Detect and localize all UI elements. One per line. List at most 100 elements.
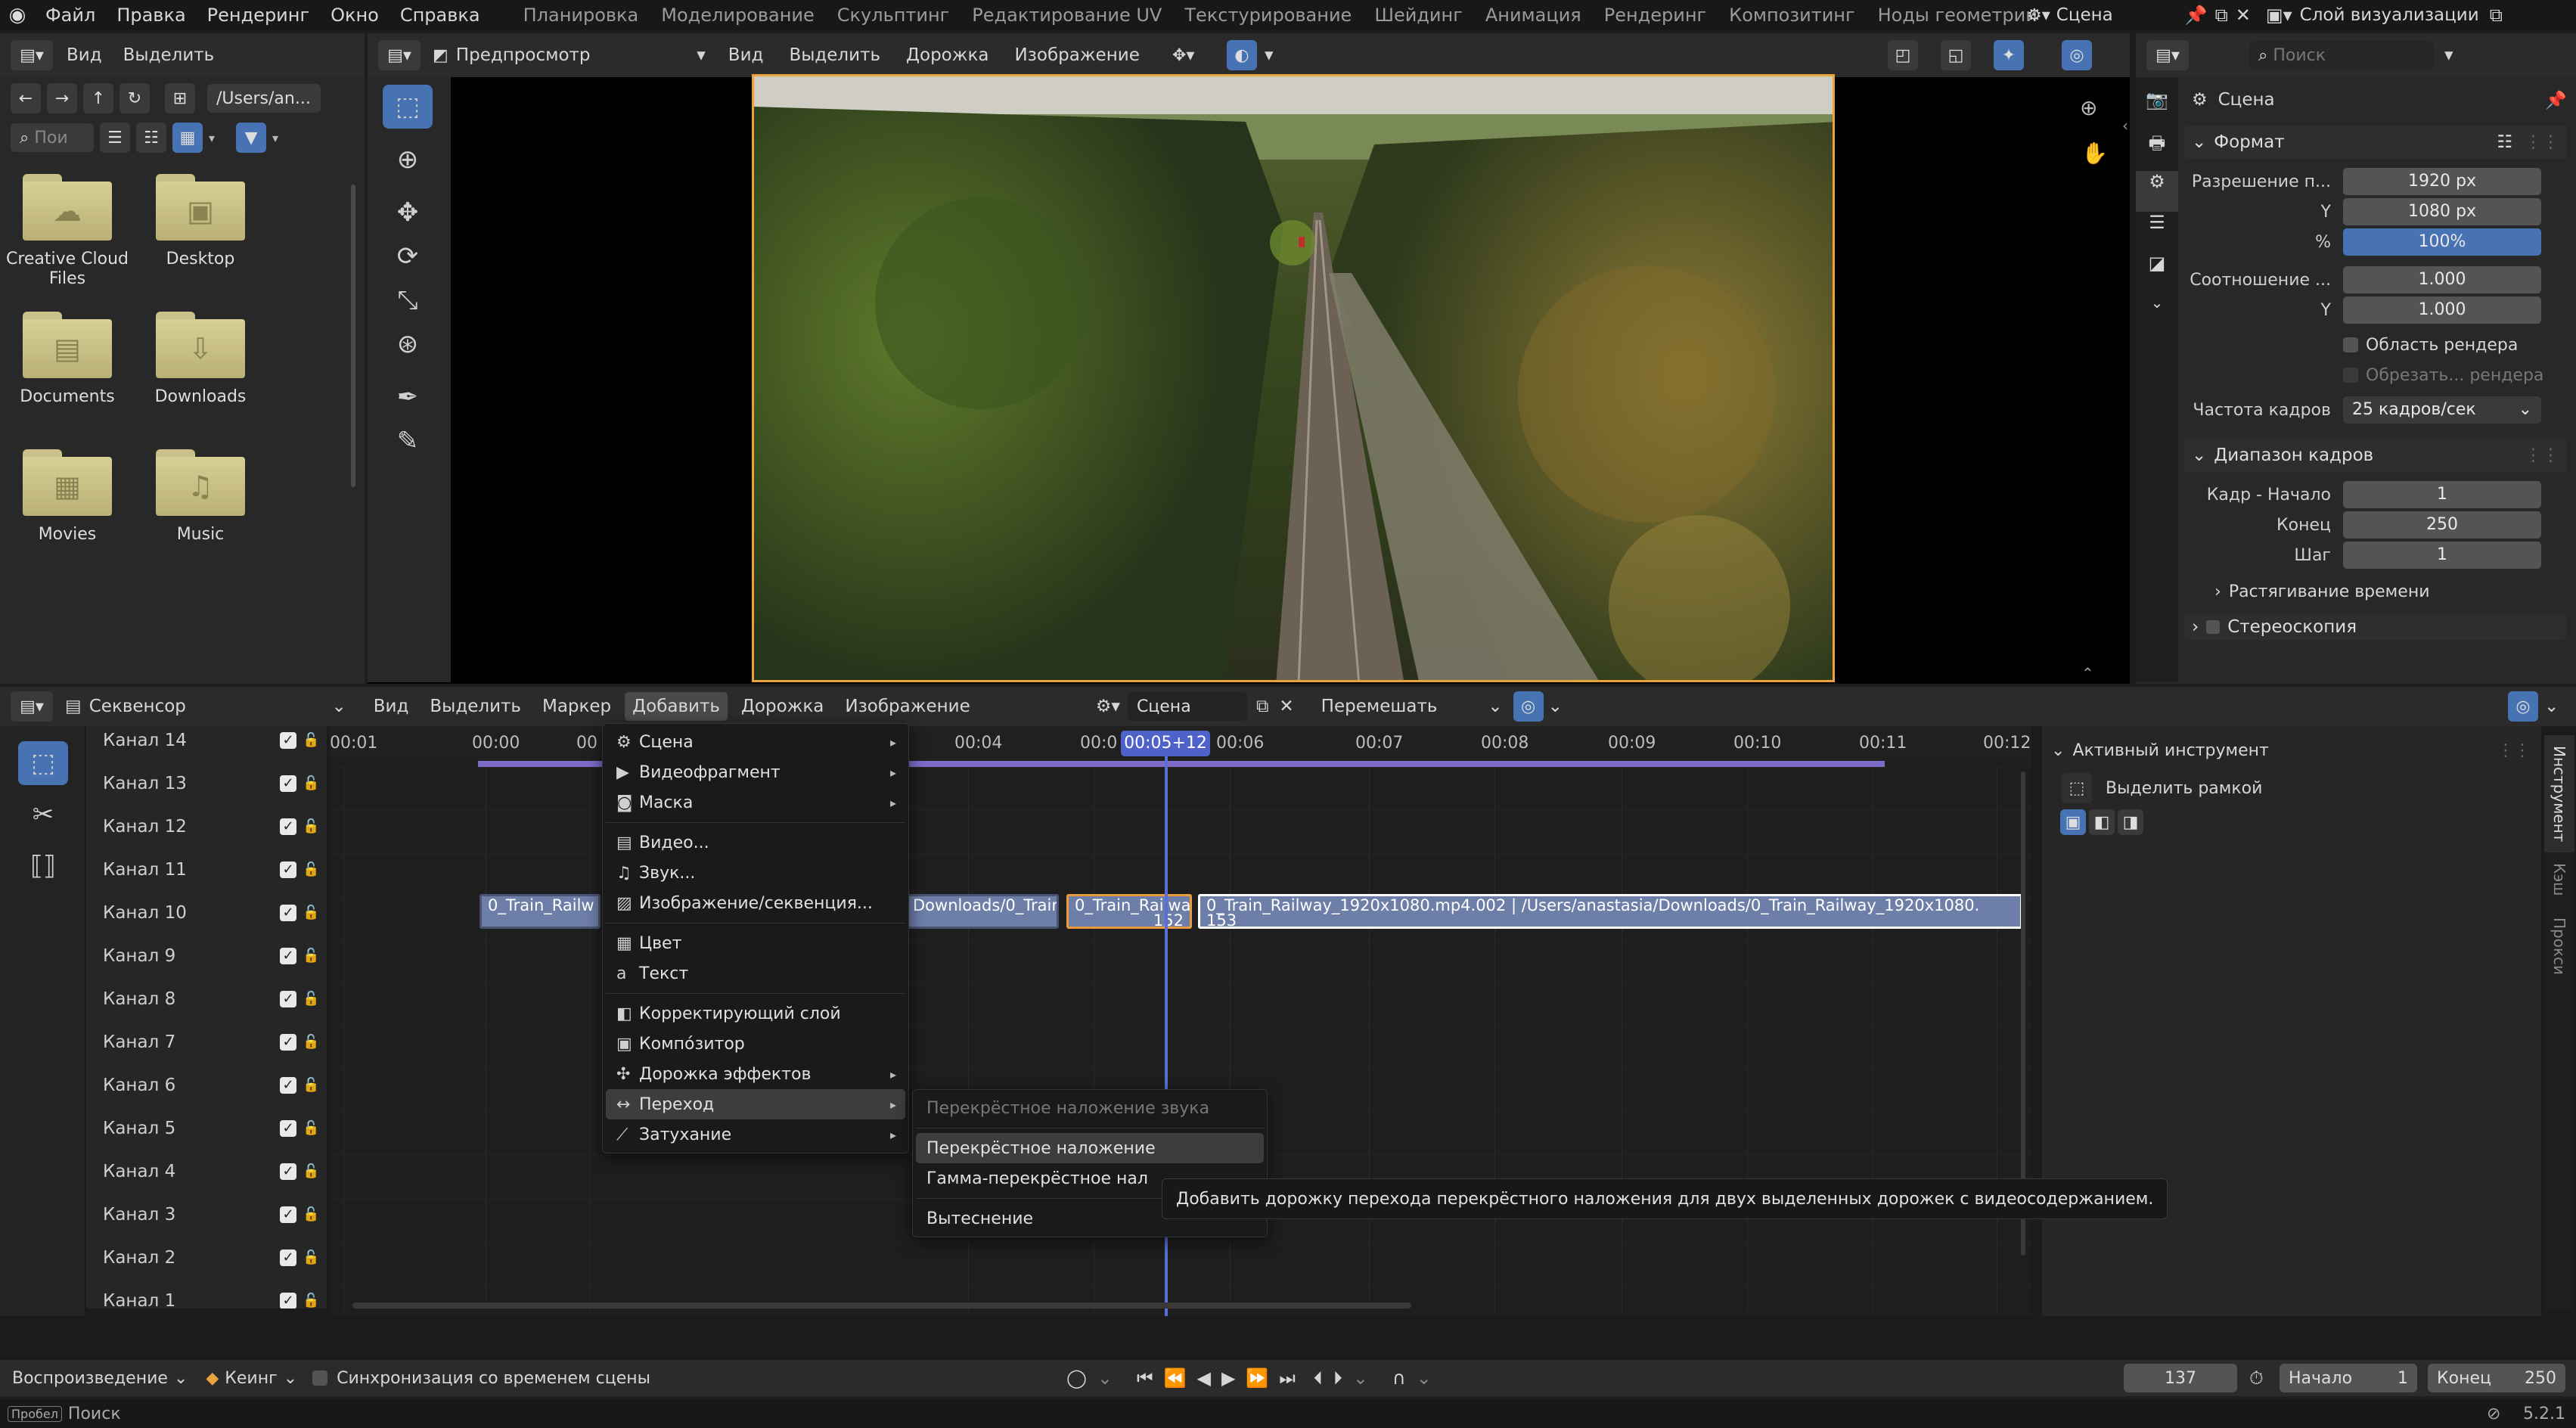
collapse-toolbar-icon[interactable]: ‹ <box>2122 116 2128 135</box>
lock-icon[interactable]: 🔓 <box>303 1293 319 1309</box>
aspect-y-field[interactable]: 1.000 <box>2343 296 2541 324</box>
overlay-options-icon[interactable]: ▾ <box>1265 45 1274 65</box>
channel-row[interactable]: Канал 5 ✓ 🔓 <box>103 1107 319 1150</box>
channel-mute-checkbox[interactable]: ✓ <box>280 904 296 921</box>
world-tab-icon[interactable]: ◪ <box>2136 253 2178 293</box>
thumbnails-icon[interactable]: ▦ <box>172 123 203 153</box>
channel-name[interactable]: Канал 8 <box>103 989 280 1009</box>
file-item[interactable]: ▤ Documents <box>3 312 132 427</box>
lock-icon[interactable]: 🔓 <box>303 1163 319 1180</box>
display-options-icon[interactable]: ▾ <box>209 131 215 145</box>
current-time-indicator[interactable]: 00:05+12 <box>1121 731 1210 756</box>
video-strip[interactable]: 0_Train_Railw <box>480 894 601 929</box>
channel-mute-checkbox[interactable]: ✓ <box>280 1206 296 1223</box>
video-strip[interactable]: 0_Train_Railway_1920x1080.mp4.002 | /Use… <box>1198 894 2022 929</box>
file-item[interactable]: ▦ Movies <box>3 449 132 564</box>
jump-start-icon[interactable]: ⏮ <box>1137 1367 1153 1389</box>
lock-icon[interactable]: 🔓 <box>303 1034 319 1051</box>
record-options-icon[interactable]: ⌄ <box>1097 1367 1113 1389</box>
gizmos-toggle-icon[interactable]: ✦ <box>1994 40 2024 70</box>
transition-menu-item[interactable]: Перекрёстное наложение звука <box>916 1093 1264 1123</box>
crop-checkbox[interactable] <box>2343 368 2358 383</box>
workspace-tab-2[interactable]: Скульптинг <box>826 5 961 26</box>
channel-row[interactable]: Канал 6 ✓ 🔓 <box>103 1063 319 1107</box>
fb-view-menu[interactable]: Вид <box>67 45 102 65</box>
preview-menu-3[interactable]: Изображение <box>1014 45 1139 65</box>
current-frame-field[interactable]: 137 <box>2124 1364 2237 1392</box>
back-icon[interactable]: ← <box>11 83 41 113</box>
render-tab-icon[interactable]: 📷 <box>2136 89 2178 130</box>
workspace-tab-9[interactable]: Ноды геометрии <box>1867 5 2049 26</box>
render-region-checkbox[interactable] <box>2343 337 2358 352</box>
drag-handle-icon[interactable]: ⋮⋮ <box>2525 445 2559 465</box>
channel-mute-checkbox[interactable]: ✓ <box>280 1119 296 1137</box>
preview-editor-type-icon[interactable]: ▤▾ <box>378 40 421 70</box>
workspace-tab-4[interactable]: Текстурирование <box>1173 5 1363 26</box>
output-tab-icon[interactable]: 🖶 <box>2136 130 2178 171</box>
annotate-tool-icon[interactable]: ✎ <box>383 419 433 463</box>
seq-scene-field[interactable]: Сцена <box>1127 692 1247 721</box>
move-tool-icon[interactable]: ✥ <box>383 191 433 234</box>
seq-view-type-dropdown[interactable]: Секвенсор ⌄ <box>89 697 346 716</box>
editor-type-icon[interactable]: ▤▾ <box>11 40 53 70</box>
add-menu-item[interactable]: ◧ Корректирующий слой <box>606 998 905 1029</box>
channel-row[interactable]: Канал 8 ✓ 🔓 <box>103 977 319 1020</box>
channel-name[interactable]: Канал 11 <box>103 860 280 880</box>
seq-menu-5[interactable]: Изображение <box>837 692 977 721</box>
sync-checkbox[interactable] <box>312 1371 328 1386</box>
channel-row[interactable]: Канал 9 ✓ 🔓 <box>103 934 319 977</box>
add-menu-item[interactable]: ▤ Видео... <box>606 827 905 858</box>
lock-icon[interactable]: 🔓 <box>303 905 319 921</box>
seq-editor-type-icon[interactable]: ▤▾ <box>11 691 53 722</box>
resolution-y-field[interactable]: 1080 px <box>2343 198 2541 225</box>
channel-mute-checkbox[interactable]: ✓ <box>280 775 296 792</box>
lock-icon[interactable]: 🔓 <box>303 732 319 749</box>
jump-end-icon[interactable]: ⏭ <box>1279 1367 1296 1389</box>
video-strip[interactable]: Downloads/0_Train <box>905 894 1059 929</box>
end-frame-field[interactable]: Конец 250 <box>2428 1364 2565 1392</box>
transition-menu-item[interactable]: Перекрёстное наложение <box>916 1133 1264 1163</box>
blend-mode-dropdown[interactable]: Перемешать ⌄ <box>1321 697 1503 716</box>
rotate-tool-icon[interactable]: ⟳ <box>383 234 433 278</box>
view-layer-name[interactable]: Слой визуализации <box>2300 5 2479 25</box>
active-tool-section-header[interactable]: ⌄ Активный инструмент ⋮⋮ <box>2042 734 2541 767</box>
blade-tool-icon[interactable]: ✂ <box>18 793 68 837</box>
workspace-tab-6[interactable]: Анимация <box>1474 5 1593 26</box>
scene-tab-icon[interactable]: ⚙ <box>2136 171 2178 212</box>
channel-name[interactable]: Канал 4 <box>103 1162 280 1181</box>
add-menu-item[interactable]: a Текст <box>606 958 905 989</box>
play-reverse-icon[interactable]: ◀ <box>1196 1367 1210 1389</box>
prev-keyframe-icon[interactable]: ⏪ <box>1164 1367 1187 1389</box>
frame-end-field[interactable]: 250 <box>2343 511 2541 539</box>
fps-dropdown[interactable]: 25 кадров/сек ⌄ <box>2343 396 2541 424</box>
seq-scene-icon[interactable]: ⚙▾ <box>1096 697 1120 716</box>
top-menu-4[interactable]: Справка <box>390 5 491 26</box>
next-keyframe-icon[interactable]: ⏩ <box>1246 1367 1268 1389</box>
more-tabs-icon[interactable]: ⌄ <box>2136 293 2178 334</box>
channel-mute-checkbox[interactable]: ✓ <box>280 731 296 749</box>
channel-mute-checkbox[interactable]: ✓ <box>280 1292 296 1308</box>
playback-dropdown[interactable]: Воспроизведение ⌄ <box>12 1369 188 1388</box>
lock-icon[interactable]: 🔓 <box>303 1206 319 1223</box>
channel-name[interactable]: Канал 5 <box>103 1119 280 1138</box>
workspace-tab-7[interactable]: Рендеринг <box>1593 5 1718 26</box>
preview-mode-dropdown[interactable]: Предпросмотр ▾ <box>456 45 706 65</box>
view-layer-icon[interactable]: ▣▾ <box>2266 5 2292 26</box>
seq-overlays-icon[interactable]: ◎ <box>2508 691 2538 722</box>
path-field[interactable]: /Users/an... <box>207 84 321 113</box>
channel-mute-checkbox[interactable]: ✓ <box>280 861 296 878</box>
add-menu-item[interactable]: ♫ Звук... <box>606 858 905 888</box>
preview-overlays-icon[interactable]: ◎ <box>2062 40 2092 70</box>
add-menu-item[interactable]: ↔ Переход ▸ <box>606 1089 905 1119</box>
pin-icon[interactable]: 📌 <box>2185 5 2208 26</box>
new-view-layer-icon[interactable]: ⧉ <box>2490 5 2503 26</box>
frame-start-field[interactable]: 1 <box>2343 481 2541 508</box>
new-scene-icon[interactable]: ⧉ <box>1256 697 1268 716</box>
channel-row[interactable]: Канал 1 ✓ 🔓 <box>103 1279 319 1308</box>
seq-menu-0[interactable]: Вид <box>366 692 417 721</box>
channel-mute-checkbox[interactable]: ✓ <box>280 947 296 964</box>
seq-select-tool-icon[interactable]: ⬚ <box>18 741 68 785</box>
workspace-tab-5[interactable]: Шейдинг <box>1363 5 1474 26</box>
channel-name[interactable]: Канал 12 <box>103 817 280 837</box>
display-channels-icon[interactable]: ◰ <box>1888 40 1918 70</box>
